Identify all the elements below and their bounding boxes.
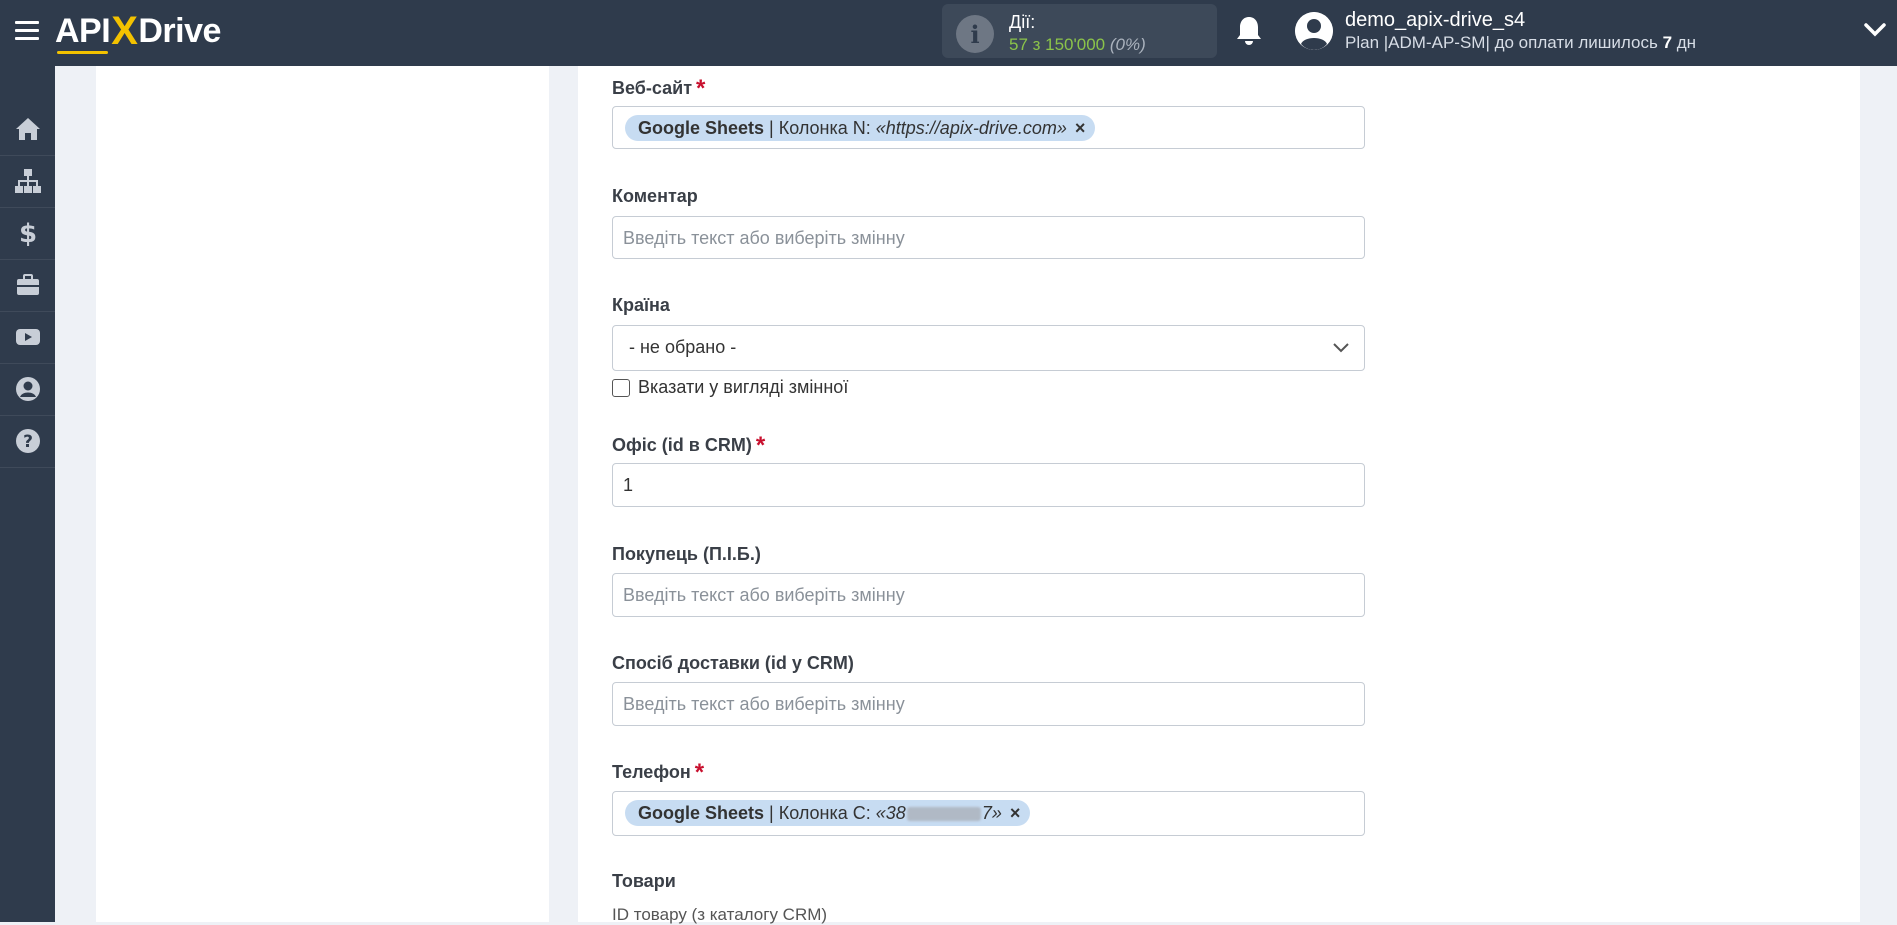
sidebar-item-connections[interactable] — [0, 155, 55, 208]
svg-text:$: $ — [18, 219, 36, 247]
plan-prefix: Plan |ADM-AP-SM| до оплати лишилось — [1345, 33, 1658, 52]
sidebar-item-tools[interactable] — [0, 259, 55, 312]
help-icon: ? — [15, 429, 40, 453]
buyer-field[interactable]: Введіть текст або виберіть змінну — [612, 573, 1365, 617]
sidebar-item-help[interactable]: ? — [0, 415, 55, 468]
required-marker: * — [755, 432, 766, 459]
phone-label-text: Телефон — [612, 762, 691, 782]
sidebar: $ ? — [0, 66, 55, 922]
user-avatar-icon — [1295, 12, 1333, 50]
website-variable-chip[interactable]: Google Sheets | Колонка N: «https://apix… — [625, 115, 1096, 141]
website-label: Веб-сайт * — [612, 75, 705, 103]
logo-drive-text: Drive — [138, 11, 221, 50]
country-select[interactable]: - не обрано - — [612, 325, 1365, 371]
actions-count-value: 57 з 150'000 — [1009, 35, 1106, 54]
avatar[interactable] — [1295, 12, 1333, 50]
logo-x-text: X — [111, 8, 138, 53]
product-id-label: ID товару (з каталогу CRM) — [612, 905, 828, 924]
comment-placeholder: Введіть текст або виберіть змінну — [623, 228, 905, 248]
buyer-label: Покупець (П.І.Б.) — [612, 544, 761, 564]
chip-separator: | — [769, 117, 774, 138]
office-label: Офіс (id в CRM) * — [612, 432, 765, 460]
products-label: Товари — [612, 871, 676, 891]
apix-drive-logo[interactable]: API X Drive — [55, 8, 221, 54]
chevron-down-icon[interactable] — [1864, 22, 1886, 38]
bell-icon[interactable] — [1235, 15, 1263, 47]
chip-value: «38 7» — [876, 803, 1002, 824]
sidebar-item-video[interactable] — [0, 311, 55, 364]
menu-icon[interactable] — [15, 21, 39, 41]
dollar-icon: $ — [18, 219, 36, 247]
required-marker: * — [696, 75, 706, 102]
youtube-icon — [15, 329, 40, 345]
sidebar-item-home[interactable] — [0, 103, 55, 156]
info-icon: i — [956, 15, 994, 53]
user-name[interactable]: demo_apix-drive_s4 — [1345, 9, 1525, 32]
top-bar: API X Drive i Дії: 57 з 150'000 (0%) dem… — [0, 0, 1897, 66]
chip-column: Колонка N: — [778, 117, 871, 138]
comment-label: Коментар — [612, 186, 698, 206]
office-label-text: Офіс (id в CRM) — [612, 435, 752, 455]
sidebar-item-billing[interactable]: $ — [0, 207, 55, 260]
user-plan: Plan |ADM-AP-SM| до оплати лишилось 7 дн — [1345, 33, 1696, 53]
user-circle-icon — [15, 377, 40, 401]
plan-suffix: дн — [1676, 33, 1697, 52]
phone-label: Телефон * — [612, 759, 704, 787]
country-as-variable-row[interactable]: Вказати у вигляді змінної — [612, 377, 848, 398]
home-icon — [15, 118, 40, 140]
chip-source: Google Sheets — [638, 117, 765, 138]
office-value: 1 — [623, 475, 634, 495]
actions-count: 57 з 150'000 (0%) — [1009, 35, 1146, 55]
svg-text:?: ? — [23, 432, 33, 452]
briefcase-icon — [16, 274, 39, 295]
chevron-down-icon — [1333, 343, 1349, 353]
chip-column: Колонка C: — [778, 802, 871, 823]
country-label: Країна — [612, 295, 670, 315]
actions-count-percent: (0%) — [1109, 35, 1146, 54]
chip-separator: | — [769, 802, 774, 823]
sitemap-icon — [14, 169, 41, 193]
chip-value: «https://apix-drive.com» — [875, 117, 1067, 138]
plan-days: 7 — [1662, 33, 1673, 52]
comment-field[interactable]: Введіть текст або виберіть змінну — [612, 216, 1365, 259]
actions-label: Дії: — [1009, 12, 1036, 32]
delivery-field[interactable]: Введіть текст або виберіть змінну — [612, 682, 1365, 726]
chip-value-end: 7» — [981, 802, 1002, 823]
country-selected-value: - не обрано - — [629, 337, 737, 357]
website-label-text: Веб-сайт — [612, 78, 693, 98]
phone-variable-chip[interactable]: Google Sheets | Колонка C: «38 7» × — [625, 800, 1031, 826]
website-field[interactable]: Google Sheets | Колонка N: «https://apix… — [612, 106, 1365, 149]
delivery-placeholder: Введіть текст або виберіть змінну — [623, 694, 905, 714]
logo-api-text: API — [55, 11, 111, 54]
blurred-phone-digits — [906, 806, 981, 821]
sidebar-item-profile[interactable] — [0, 363, 55, 416]
chip-source: Google Sheets — [638, 802, 765, 823]
phone-field[interactable]: Google Sheets | Колонка C: «38 7» × — [612, 791, 1365, 836]
required-marker: * — [694, 759, 705, 786]
buyer-placeholder: Введіть текст або виберіть змінну — [623, 585, 905, 605]
actions-counter[interactable]: i Дії: 57 з 150'000 (0%) — [942, 4, 1217, 58]
delivery-label: Спосіб доставки (id у CRM) — [612, 653, 854, 673]
chip-value-start: «38 — [875, 802, 906, 823]
country-as-variable-checkbox[interactable] — [612, 378, 630, 397]
office-field[interactable]: 1 — [612, 463, 1365, 507]
left-panel — [96, 66, 549, 922]
chip-remove-icon[interactable]: × — [1010, 803, 1021, 824]
chip-remove-icon[interactable]: × — [1075, 118, 1086, 139]
country-as-variable-label: Вказати у вигляді змінної — [638, 377, 849, 397]
